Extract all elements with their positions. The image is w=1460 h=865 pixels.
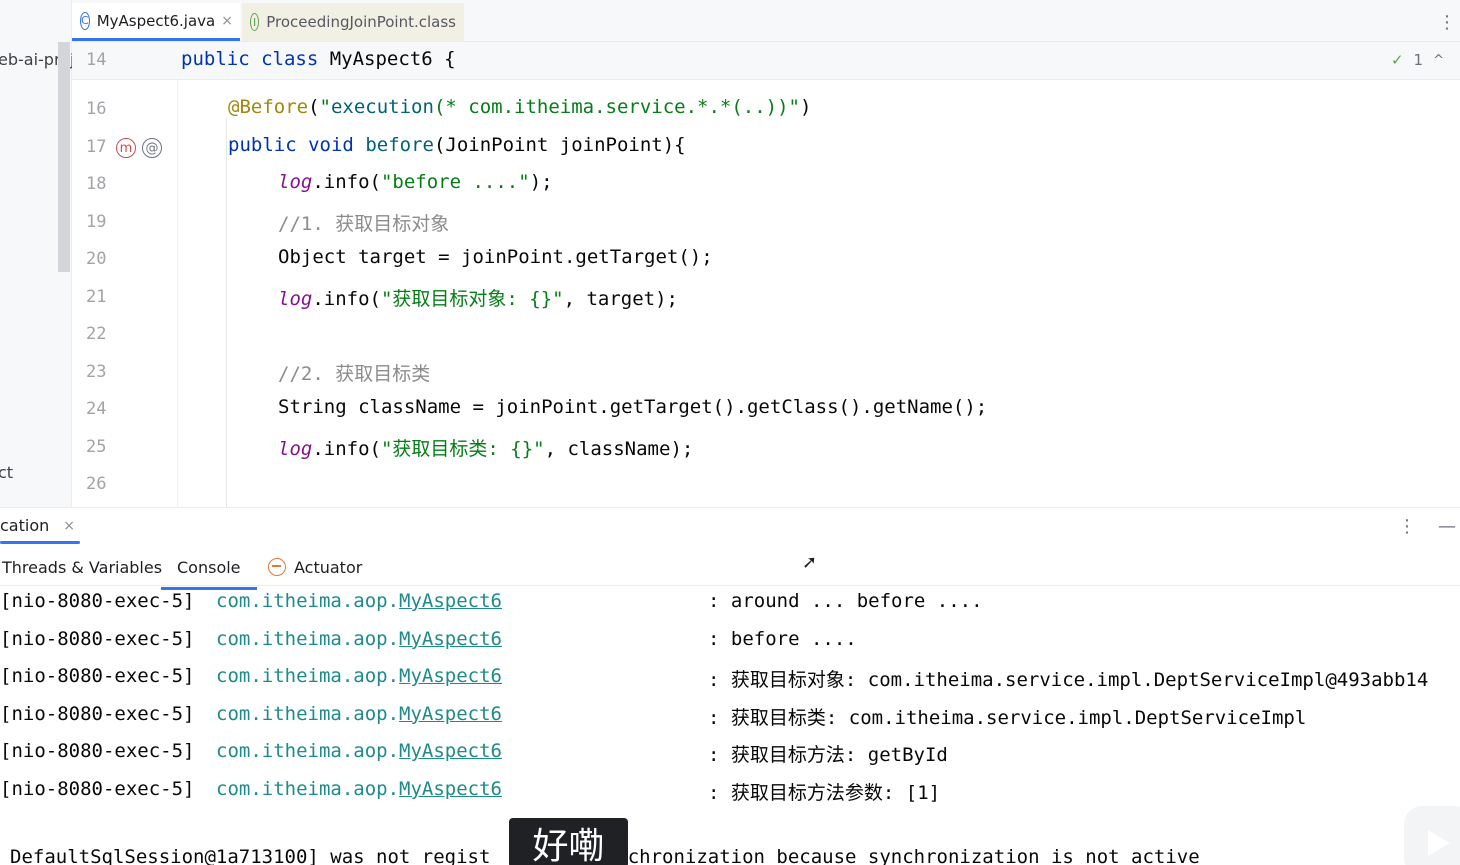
console-message: : 获取目标对象: com.itheima.service.impl.DeptS… — [708, 669, 1429, 692]
tab-threads-variables[interactable]: Threads & Variables — [2, 558, 162, 577]
inspection-widget[interactable]: ✓ 1 ^ — [1391, 51, 1444, 69]
line-number: 18 — [86, 174, 107, 194]
method-overrides-icon[interactable]: m — [116, 138, 136, 158]
console-logger-link[interactable]: com.itheima.aop.MyAspect6 — [216, 590, 502, 612]
code-line-sticky: public class MyAspect6 { — [181, 48, 456, 70]
run-config-label: cation — [0, 516, 50, 535]
line-number: 23 — [86, 362, 107, 382]
actuator-icon — [268, 558, 286, 576]
line-number: 16 — [86, 99, 107, 119]
video-subtitle: 好嘞 — [509, 818, 628, 865]
console-message: : before .... — [708, 627, 857, 650]
line-number: 14 — [86, 50, 107, 70]
code-line-17: public void before(JoinPoint joinPoint){ — [228, 134, 686, 156]
console-line: [nio-8080-exec-5] com.itheima.aop.MyAspec… — [0, 628, 1460, 666]
inspection-count: 1 — [1413, 51, 1424, 69]
console-thread: [nio-8080-exec-5] — [0, 740, 195, 763]
line-number: 26 — [86, 474, 107, 494]
project-scrollbar[interactable] — [58, 42, 70, 272]
play-icon[interactable] — [1404, 806, 1460, 865]
close-icon[interactable]: × — [63, 518, 75, 534]
tab-actuator[interactable]: Actuator — [268, 558, 362, 577]
code-line-23: //2. 获取目标类 — [278, 363, 431, 385]
run-tab-indicator — [0, 541, 80, 544]
line-number: 22 — [86, 324, 107, 344]
console-line: [nio-8080-exec-5] com.itheima.aop.MyAspec… — [0, 703, 1460, 741]
console-logger-link[interactable]: com.itheima.aop.MyAspect6 — [216, 740, 502, 762]
line-number: 25 — [86, 437, 107, 457]
toolwindow-actions: ⋮ — — [1398, 516, 1456, 537]
line-number: 21 — [86, 287, 107, 307]
tab-label: MyAspect6.java — [96, 11, 216, 30]
code-editor[interactable]: 14 public class MyAspect6 { ✓ 1 ^ 16 17 … — [72, 42, 1460, 507]
console-message: : around ... before .... — [708, 590, 983, 612]
console-logger-link[interactable]: com.itheima.aop.MyAspect6 — [216, 703, 502, 725]
console-thread: [nio-8080-exec-5] — [0, 665, 195, 688]
console-line: [nio-8080-exec-5] com.itheima.aop.MyAspec… — [0, 778, 1460, 816]
debug-subtabs: Threads & Variables Console Actuator — [0, 548, 1460, 590]
line-number: 24 — [86, 399, 107, 419]
code-line-16: @Before("execution(* com.itheima.service… — [228, 96, 812, 118]
code-line-20: Object target = joinPoint.getTarget(); — [278, 246, 713, 268]
code-line-21: log.info("获取目标对象: {}", target); — [278, 288, 678, 310]
console-thread: [nio-8080-exec-5] — [0, 702, 195, 725]
tab-proceedingjoinpoint[interactable]: I ProceedingJoinPoint.class — [242, 3, 464, 41]
code-line-24: String className = joinPoint.getTarget()… — [278, 396, 988, 418]
console-logger-link[interactable]: com.itheima.aop.MyAspect6 — [216, 628, 502, 650]
class-c-icon: C — [80, 11, 90, 30]
console-logger-link[interactable]: com.itheima.aop.MyAspect6 — [216, 665, 502, 687]
more-options-icon[interactable]: ⋮ — [1398, 516, 1416, 537]
sticky-scroll-line[interactable]: 14 public class MyAspect6 { ✓ 1 ^ — [72, 42, 1460, 80]
advice-annotation-icon[interactable]: @ — [142, 138, 162, 158]
indent-guide — [226, 118, 227, 507]
mouse-pointer-icon: ➚ — [802, 552, 818, 573]
tab-actuator-label: Actuator — [294, 558, 363, 577]
run-tool-window: cation × ⋮ — Threads & Variables Console… — [0, 507, 1460, 865]
project-panel: eb-ai-proj ct — [0, 0, 74, 507]
tab-myaspect6[interactable]: C MyAspect6.java × — [72, 3, 240, 41]
code-line-19: //1. 获取目标对象 — [278, 213, 450, 235]
line-number: 19 — [86, 212, 107, 232]
editor-tab-bar: C MyAspect6.java × I ProceedingJoinPoint… — [72, 0, 1460, 42]
console-line: [nio-8080-exec-5] com.itheima.aop.MyAspec… — [0, 740, 1460, 778]
console-message: : 获取目标类: com.itheima.service.impl.DeptSe… — [708, 706, 1307, 729]
console-thread: [nio-8080-exec-5] — [0, 590, 195, 612]
code-line-18: log.info("before ...."); — [278, 171, 553, 193]
console-line: [nio-8080-exec-5] com.itheima.aop.MyAspec… — [0, 665, 1460, 703]
console-logger-link[interactable]: com.itheima.aop.MyAspect6 — [216, 778, 502, 800]
tab-label: ProceedingJoinPoint.class — [266, 13, 456, 31]
close-icon[interactable]: × — [221, 13, 233, 29]
run-config-tab[interactable]: cation × — [0, 516, 75, 535]
console-thread: [nio-8080-exec-5] — [0, 778, 195, 800]
line-number: 20 — [86, 249, 107, 269]
minimize-icon[interactable]: — — [1438, 516, 1456, 537]
console-output[interactable]: [nio-8080-exec-5] com.itheima.aop.MyAspec… — [0, 586, 1460, 865]
console-message: : 获取目标方法参数: [1] — [708, 782, 941, 804]
console-thread: [nio-8080-exec-5] — [0, 627, 195, 650]
code-line-25: log.info("获取目标类: {}", className); — [278, 438, 694, 460]
check-icon: ✓ — [1390, 51, 1404, 69]
console-message: : 获取目标方法: getById — [708, 744, 948, 767]
more-tabs-icon[interactable]: ⋮ — [1438, 12, 1456, 33]
chevron-up-icon[interactable]: ^ — [1433, 53, 1444, 68]
project-partial-label: ct — [0, 463, 14, 482]
interface-i-icon: I — [250, 13, 260, 31]
console-line: [nio-8080-exec-5] com.itheima.aop.MyAspec… — [0, 590, 1460, 628]
